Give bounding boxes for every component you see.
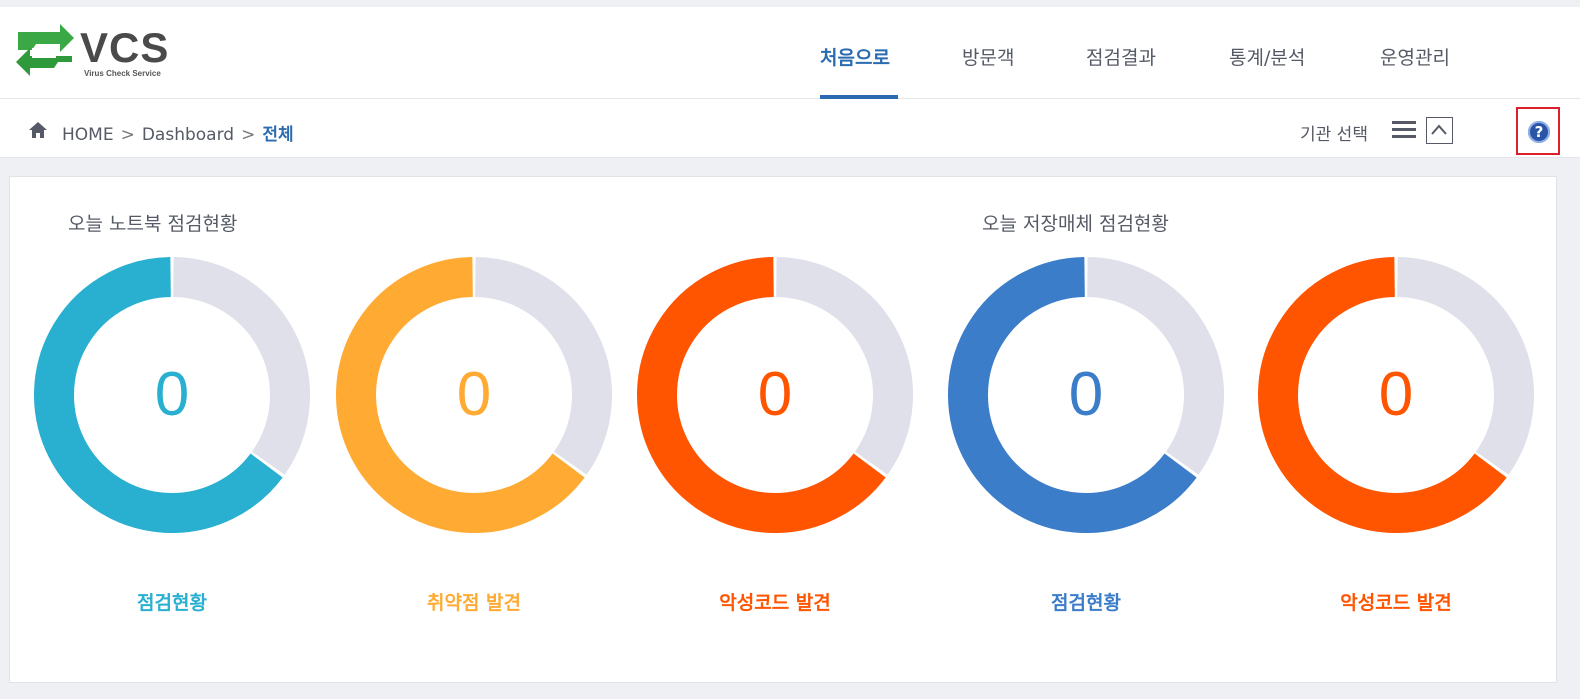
donut-value: 0 <box>1378 360 1414 429</box>
donut-chart[interactable]: 0 <box>336 257 612 533</box>
top-strip <box>0 0 1580 7</box>
nav-item-visitors[interactable]: 방문객 <box>962 43 1014 70</box>
donut-chart[interactable]: 0 <box>34 257 310 533</box>
donut-chart[interactable]: 0 <box>948 257 1224 533</box>
nav-item-home[interactable]: 처음으로 <box>820 43 890 70</box>
storage-section-title: 오늘 저장매체 점검현황 <box>982 213 1169 235</box>
help-button[interactable]: ? <box>1516 107 1560 155</box>
breadcrumb-dashboard[interactable]: Dashboard <box>142 125 234 145</box>
donut-label: 악성코드 발견 <box>1340 592 1452 614</box>
breadcrumb-current: 전체 <box>262 125 294 145</box>
menu-list-icon[interactable] <box>1392 121 1416 141</box>
donut-label: 악성코드 발견 <box>719 592 831 614</box>
breadcrumb: HOME > Dashboard > 전체 <box>62 120 294 145</box>
breadcrumb-home[interactable]: HOME <box>62 125 114 145</box>
org-select-label[interactable]: 기관 선택 <box>1300 120 1368 145</box>
donut-label: 점검현황 <box>1051 592 1121 614</box>
donut-value: 0 <box>456 360 492 429</box>
laptop-section-title: 오늘 노트북 점검현황 <box>68 213 238 235</box>
home-icon[interactable] <box>28 121 48 139</box>
donut-label: 점검현황 <box>137 592 207 614</box>
donut-chart[interactable]: 0 <box>637 257 913 533</box>
chevron-up-icon <box>1431 124 1447 135</box>
breadcrumb-separator: > <box>120 125 135 145</box>
donut-value: 0 <box>757 360 793 429</box>
donut-value: 0 <box>1068 360 1104 429</box>
collapse-button[interactable] <box>1426 117 1453 144</box>
donut-value: 0 <box>154 360 190 429</box>
nav-item-results[interactable]: 점검결과 <box>1086 43 1156 70</box>
nav-item-statistics[interactable]: 통계/분석 <box>1229 43 1305 70</box>
nav-item-operations[interactable]: 운영관리 <box>1380 43 1450 70</box>
help-icon: ? <box>1528 121 1550 143</box>
main-nav: 처음으로 방문객 점검결과 통계/분석 운영관리 <box>0 7 1580 99</box>
donut-label: 취약점 발견 <box>426 592 521 614</box>
breadcrumb-separator: > <box>241 125 256 145</box>
donut-chart[interactable]: 0 <box>1258 257 1534 533</box>
